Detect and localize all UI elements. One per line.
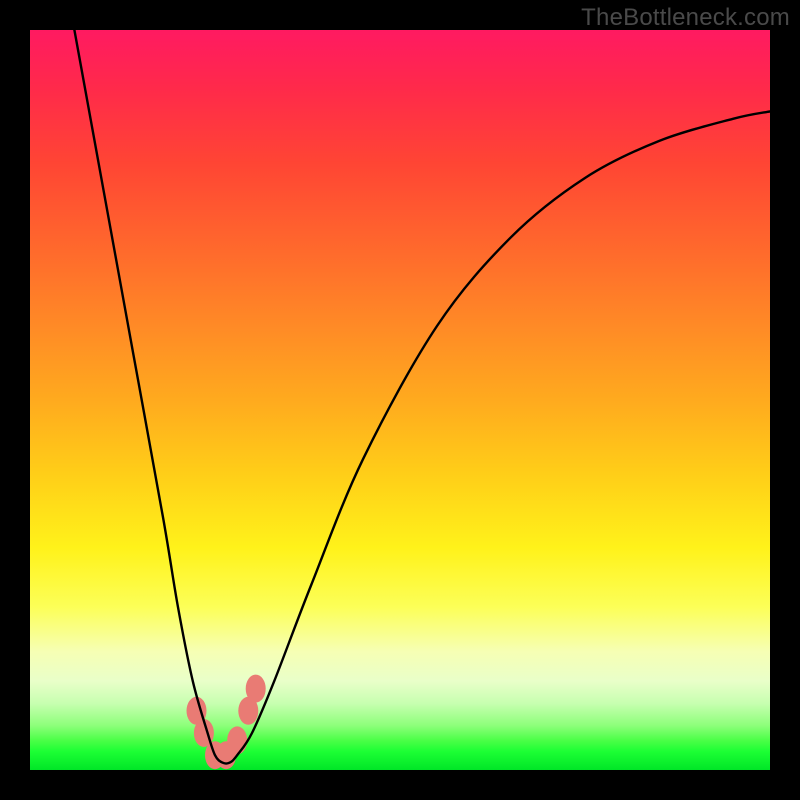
salmon-marker [227,726,247,754]
markers-group [187,675,266,770]
bottleneck-curve [74,30,770,764]
plot-area [30,30,770,770]
watermark-text: TheBottleneck.com [581,4,790,32]
chart-frame: TheBottleneck.com [0,0,800,800]
salmon-marker [246,675,266,703]
curve-svg [30,30,770,770]
